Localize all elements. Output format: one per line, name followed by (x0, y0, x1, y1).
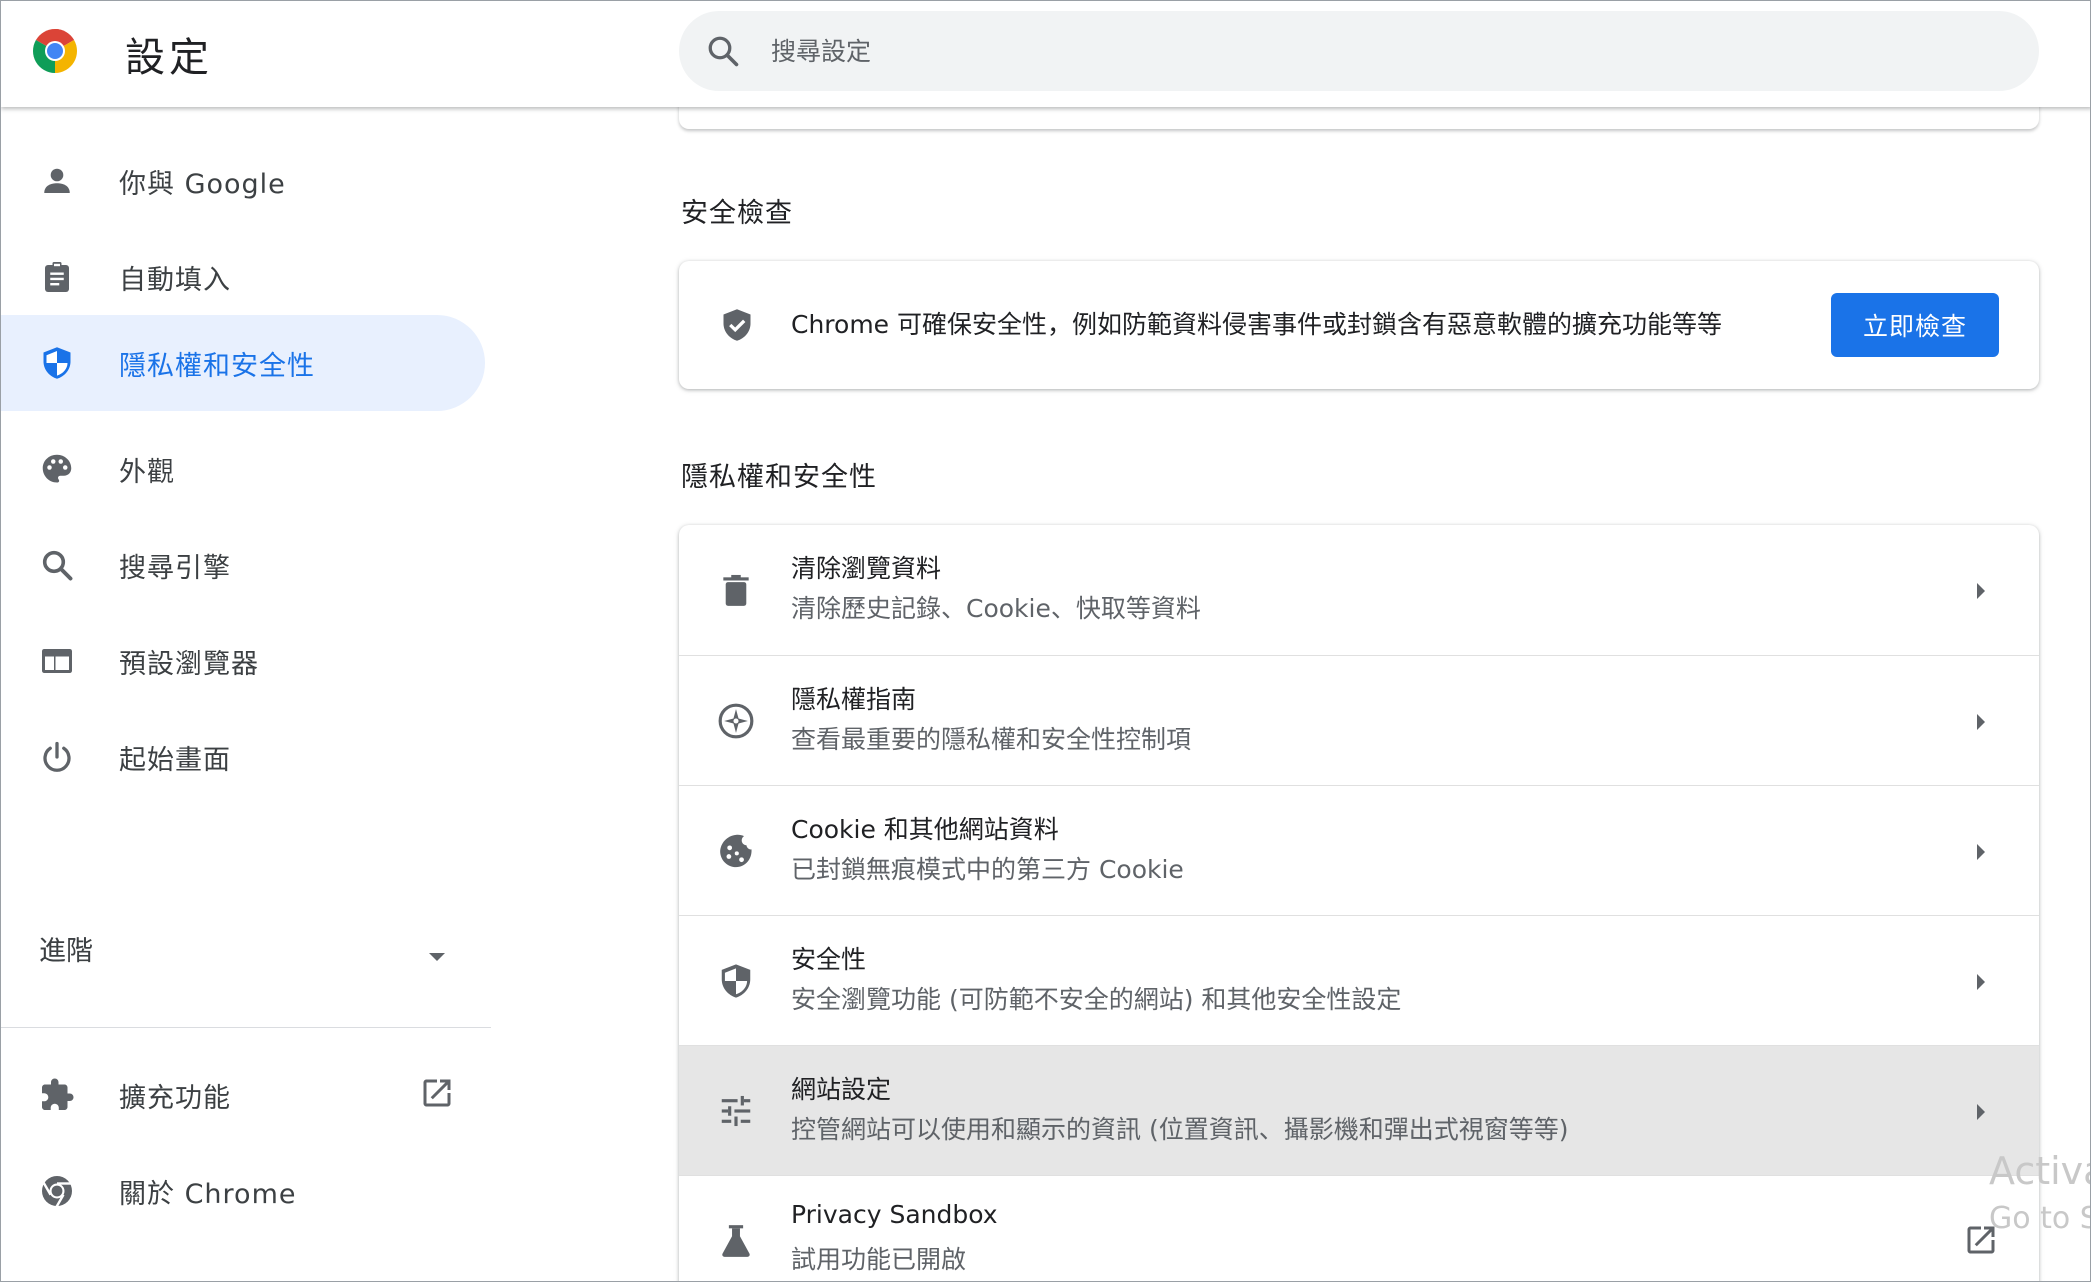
sidebar-item-search-engine[interactable]: 搜尋引擎 (1, 517, 485, 613)
browser-window-icon (42, 649, 72, 673)
advanced-toggle[interactable]: 進階 (39, 929, 93, 968)
sidebar-item-autofill[interactable]: 自動填入 (1, 229, 485, 325)
sidebar-item-about-chrome[interactable]: 關於 Chrome (1, 1143, 485, 1239)
person-icon (44, 168, 70, 193)
sidebar-item-label: 關於 Chrome (119, 1178, 297, 1210)
tune-icon (721, 1095, 751, 1127)
flask-icon (722, 1225, 750, 1257)
row-clear-browsing-data[interactable]: 清除瀏覽資料 清除歷史記錄、Cookie、快取等資料 (679, 525, 2039, 655)
sidebar-item-label: 自動填入 (119, 264, 231, 296)
main-content: 安全檢查 Chrome 可確保安全性，例如防範資料侵害事件或封鎖含有惡意軟體的擴… (679, 77, 2039, 1281)
privacy-card: 清除瀏覽資料 清除歷史記錄、Cookie、快取等資料 隱私權指南 查看最重要的隱… (679, 525, 2039, 1281)
row-title: Privacy Sandbox (791, 1200, 998, 1229)
safety-check-heading: 安全檢查 (681, 198, 793, 229)
row-subtitle: 查看最重要的隱私權和安全性控制項 (791, 725, 1192, 754)
row-title: 隱私權指南 (791, 685, 917, 714)
row-site-settings[interactable]: 網站設定 控管網站可以使用和顯示的資訊 (位置資訊、攝影機和彈出式視窗等等) (679, 1045, 2039, 1175)
power-icon (43, 741, 71, 772)
sidebar-item-label: 起始畫面 (119, 744, 231, 776)
row-cookies[interactable]: Cookie 和其他網站資料 已封鎖無痕模式中的第三方 Cookie (679, 785, 2039, 915)
chevron-right-icon (1977, 714, 1985, 730)
palette-icon (42, 454, 72, 483)
row-subtitle: 清除歷史記錄、Cookie、快取等資料 (791, 594, 1201, 623)
row-subtitle: 已封鎖無痕模式中的第三方 Cookie (791, 855, 1184, 884)
safety-check-description: Chrome 可確保安全性，例如防範資料侵害事件或封鎖含有惡意軟體的擴充功能等等 (791, 310, 1723, 339)
search-input[interactable] (771, 25, 1971, 77)
settings-window: 設定 你與 Google (0, 0, 2091, 1282)
sidebar-item-appearance[interactable]: 外觀 (1, 421, 485, 517)
sidebar-item-label: 你與 Google (119, 168, 286, 200)
chevron-down-icon[interactable] (427, 951, 447, 963)
sidebar-item-label: 預設瀏覽器 (119, 648, 259, 680)
puzzle-icon (42, 1078, 74, 1110)
open-in-new-icon[interactable] (419, 1075, 455, 1111)
top-bar: 設定 (1, 1, 2090, 107)
row-subtitle: 安全瀏覽功能 (可防範不安全的網站) 和其他安全性設定 (791, 985, 1402, 1014)
row-title: 網站設定 (791, 1075, 892, 1104)
compass-icon (718, 703, 754, 739)
cookie-icon (720, 834, 752, 868)
row-title: Cookie 和其他網站資料 (791, 815, 1059, 844)
sidebar-item-extensions[interactable]: 擴充功能 (1, 1047, 485, 1143)
shield-icon (43, 347, 71, 379)
security-shield-icon (721, 964, 751, 998)
chevron-right-icon (1977, 844, 1985, 860)
row-security[interactable]: 安全性 安全瀏覽功能 (可防範不安全的網站) 和其他安全性設定 (679, 915, 2039, 1045)
sidebar-item-label: 擴充功能 (119, 1082, 231, 1114)
chrome-logo-icon (33, 29, 77, 73)
safety-check-card: Chrome 可確保安全性，例如防範資料侵害事件或封鎖含有惡意軟體的擴充功能等等… (679, 261, 2039, 389)
clipboard-icon (45, 262, 69, 292)
sidebar-item-default-browser[interactable]: 預設瀏覽器 (1, 613, 485, 709)
sidebar-item-label: 隱私權和安全性 (119, 350, 315, 382)
row-title: 清除瀏覽資料 (791, 554, 942, 583)
check-now-button[interactable]: 立即檢查 (1831, 293, 1999, 357)
chevron-right-icon (1977, 1104, 1985, 1120)
chevron-right-icon (1977, 583, 1985, 599)
activation-watermark-line1: Activa (1989, 1149, 2090, 1193)
chevron-right-icon (1977, 974, 1985, 990)
sidebar-divider (1, 1027, 491, 1028)
row-privacy-sandbox[interactable]: Privacy Sandbox 試用功能已開啟 (679, 1175, 2039, 1281)
search-icon (708, 36, 739, 67)
sidebar-item-on-startup[interactable]: 起始畫面 (1, 709, 485, 805)
chrome-outline-icon (42, 1176, 72, 1208)
search-box[interactable] (679, 11, 2039, 91)
row-privacy-guide[interactable]: 隱私權指南 查看最重要的隱私權和安全性控制項 (679, 655, 2039, 785)
sidebar-item-you-and-google[interactable]: 你與 Google (1, 133, 485, 229)
page-title: 設定 (125, 35, 213, 81)
sidebar-item-label: 外觀 (119, 456, 175, 488)
sidebar: 你與 Google 自動填入 隱私權和安全性 外觀 搜尋引擎 預設瀏覽器 起始畫… (1, 107, 491, 1281)
trash-icon (723, 574, 749, 606)
search-icon (42, 550, 73, 581)
sidebar-item-privacy[interactable]: 隱私權和安全性 (1, 315, 485, 411)
row-subtitle: 控管網站可以使用和顯示的資訊 (位置資訊、攝影機和彈出式視窗等等) (791, 1115, 1569, 1144)
privacy-heading: 隱私權和安全性 (681, 462, 877, 493)
row-subtitle: 試用功能已開啟 (791, 1245, 967, 1274)
shield-check-icon (723, 309, 751, 341)
activation-watermark-line2: Go to Se (1989, 1201, 2090, 1236)
row-title: 安全性 (791, 945, 867, 974)
sidebar-item-label: 搜尋引擎 (119, 552, 231, 584)
